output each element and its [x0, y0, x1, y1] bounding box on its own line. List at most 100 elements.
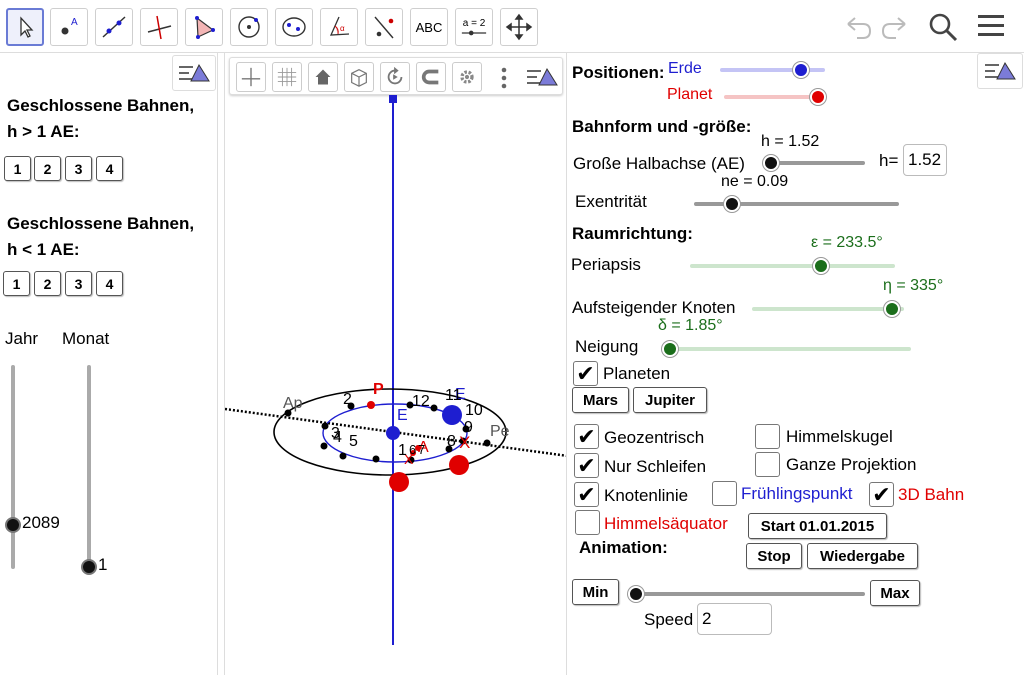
month-label-4: 4	[333, 429, 342, 446]
orbit-h-gt-1-button-4[interactable]: 4	[96, 156, 123, 181]
speed-slider-knob[interactable]	[628, 586, 644, 602]
line-tool-button[interactable]	[95, 8, 133, 46]
earth-position-slider[interactable]	[720, 68, 825, 72]
orbit-h-gt-1-button-2[interactable]: 2	[34, 156, 61, 181]
planets-checkbox[interactable]: ✔	[573, 361, 598, 386]
stop-button[interactable]: Stop	[746, 543, 802, 569]
year-slider-track[interactable]	[11, 365, 15, 569]
move-graphics-tool-button[interactable]	[500, 8, 538, 46]
inclination-slider[interactable]	[663, 347, 911, 351]
earth-point	[442, 405, 462, 425]
ascending-node-knob[interactable]	[884, 301, 900, 317]
eccentricity-knob[interactable]	[724, 196, 740, 212]
eccentricity-value-display: ne = 0.09	[721, 173, 789, 190]
month-slider-knob[interactable]	[81, 559, 97, 575]
point-tool-button[interactable]: A	[50, 8, 88, 46]
main-menu-button[interactable]	[976, 12, 1006, 40]
axes-toggle-button[interactable]	[236, 62, 266, 92]
speed-max-button[interactable]: Max	[870, 580, 920, 606]
celestial-equator-label: Himmelsäquator	[604, 514, 728, 533]
semi-major-axis-knob[interactable]	[763, 155, 779, 171]
mars-button[interactable]: Mars	[572, 387, 629, 413]
search-icon	[929, 13, 958, 42]
rotate-view-button[interactable]	[380, 62, 410, 92]
move-tool-button[interactable]	[6, 8, 44, 46]
earth-center-label: E	[397, 407, 408, 424]
standard-view-button[interactable]	[308, 62, 338, 92]
3d-orbit-checkbox[interactable]: ✔	[869, 482, 894, 507]
start-date-button[interactable]: Start 01.01.2015	[748, 513, 887, 539]
month-label-10: 10	[465, 402, 483, 419]
more-options-button[interactable]	[500, 66, 508, 90]
angle-tool-button[interactable]: α	[320, 8, 358, 46]
algebra-panel-left: Geschlossene Bahnen, h > 1 AE: 1 2 3 4 G…	[0, 53, 218, 675]
replay-button[interactable]: Wiedergabe	[807, 543, 918, 569]
style-bar-toggle-graphics[interactable]	[522, 60, 562, 94]
3d-scene	[225, 95, 566, 645]
style-bar-toggle-right[interactable]	[977, 53, 1023, 89]
circle-tool-button[interactable]	[230, 8, 268, 46]
periapsis-slider[interactable]	[690, 264, 895, 268]
month-label-11: 11	[445, 387, 462, 404]
conic-tool-button[interactable]	[275, 8, 313, 46]
undo-button[interactable]	[843, 12, 873, 42]
geocentric-checkbox[interactable]: ✔	[574, 424, 599, 449]
earth-position-knob[interactable]	[793, 62, 809, 78]
rotate-icon	[387, 66, 403, 85]
inclination-knob[interactable]	[662, 341, 678, 357]
style-bar-toggle-left[interactable]	[172, 55, 216, 91]
3d-graphics-view[interactable]: Ap Pe P E E X X A 2 3 4 5 1 6 7 8 9 10 1…	[224, 53, 567, 675]
projection-button[interactable]	[416, 62, 446, 92]
svg-text:α: α	[340, 24, 345, 33]
view-direction-button[interactable]	[344, 62, 374, 92]
vernal-point-checkbox[interactable]	[712, 481, 737, 506]
speed-min-button[interactable]: Min	[572, 579, 619, 605]
speed-input-field[interactable]: 2	[697, 603, 772, 635]
orbit-h-gt-1-button-1[interactable]: 1	[4, 156, 31, 181]
3d-orbit-label: 3D Bahn	[898, 485, 965, 504]
grid-icon	[277, 67, 297, 87]
month-label-9: 9	[464, 419, 473, 436]
polygon-tool-button[interactable]	[185, 8, 223, 46]
periapsis-label: Periapsis	[571, 255, 641, 274]
more-vertical-icon	[501, 67, 507, 89]
orbit-h-gt-1-button-3[interactable]: 3	[65, 156, 92, 181]
loops-only-checkbox[interactable]: ✔	[574, 453, 599, 478]
graphics-settings-button[interactable]	[452, 62, 482, 92]
orbit-h-lt-1-button-4[interactable]: 4	[96, 271, 123, 296]
slider-icon	[461, 30, 487, 35]
orbit-h-lt-1-button-2[interactable]: 2	[34, 271, 61, 296]
year-slider-knob[interactable]	[5, 517, 21, 533]
redo-button[interactable]	[880, 12, 910, 42]
ascending-node-slider[interactable]	[752, 307, 904, 311]
grid-toggle-button[interactable]	[272, 62, 302, 92]
orbit-h-lt-1-button-3[interactable]: 3	[65, 271, 92, 296]
month-label-8: 8	[447, 433, 456, 450]
reflect-tool-button[interactable]	[365, 8, 403, 46]
planet-position-knob[interactable]	[810, 89, 826, 105]
gear-icon	[460, 70, 474, 84]
closed-orbits-subtitle-2: h < 1 AE:	[7, 240, 80, 259]
text-tool-button[interactable]: ABC	[410, 8, 448, 46]
h-input-field[interactable]: 1.52	[903, 144, 947, 176]
month-slider-track[interactable]	[87, 365, 91, 565]
periapsis-knob[interactable]	[813, 258, 829, 274]
node-line-checkbox[interactable]: ✔	[574, 482, 599, 507]
cube-icon	[351, 69, 367, 87]
jupiter-button[interactable]: Jupiter	[633, 387, 707, 413]
h-input-label: h=	[879, 151, 899, 170]
celestial-equator-checkbox[interactable]	[575, 510, 600, 535]
cursor-arrow-icon	[20, 16, 34, 38]
search-button[interactable]	[927, 11, 959, 43]
point-icon: A	[61, 17, 78, 35]
speed-slider[interactable]	[635, 592, 865, 596]
orbit-h-lt-1-button-1[interactable]: 1	[3, 271, 30, 296]
planet-point	[449, 455, 469, 475]
full-projection-label: Ganze Projektion	[786, 455, 917, 474]
perpendicular-line-tool-button[interactable]	[140, 8, 178, 46]
perpendicular-icon	[147, 15, 172, 40]
magnet-projection-icon	[421, 69, 439, 85]
celestial-sphere-checkbox[interactable]	[755, 424, 780, 449]
slider-tool-button[interactable]: a = 2	[455, 8, 493, 46]
full-projection-checkbox[interactable]	[755, 452, 780, 477]
